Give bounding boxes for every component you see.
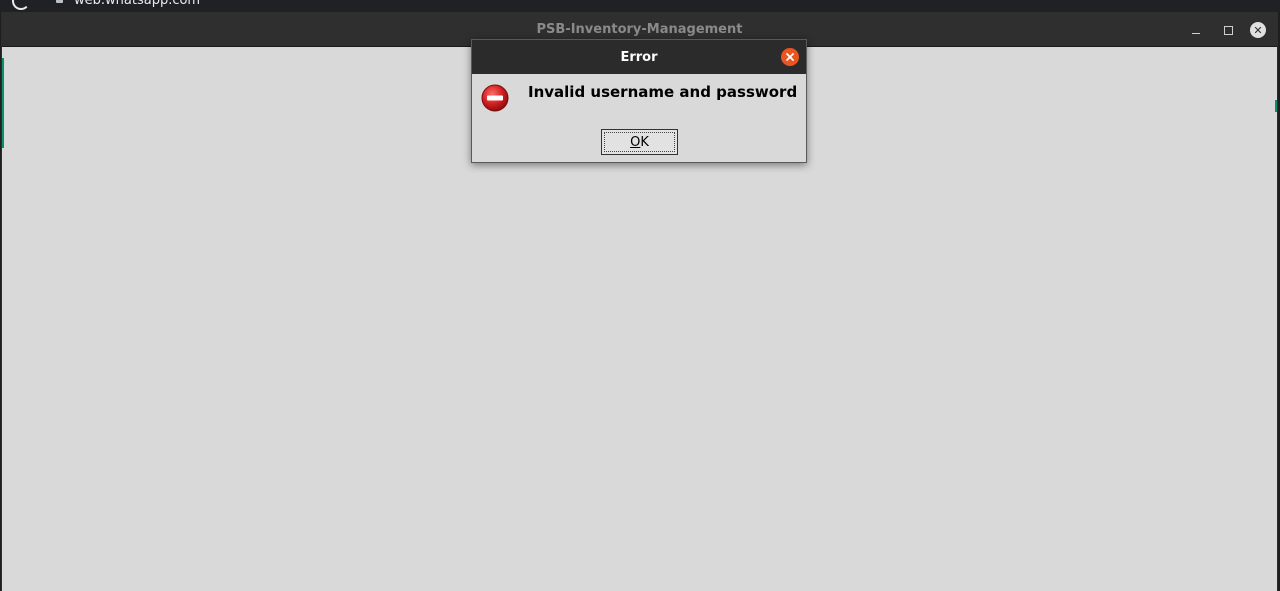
error-dialog: Error Invalid username and password OK: [471, 39, 807, 163]
maximize-button[interactable]: [1218, 20, 1238, 40]
background-window-edge: [1275, 100, 1277, 112]
lock-icon: [56, 0, 63, 3]
close-icon: [786, 53, 794, 61]
background-browser-bar: web.whatsapp.com: [0, 0, 1280, 12]
minimize-icon: [1192, 32, 1200, 34]
minimize-button[interactable]: [1186, 20, 1206, 40]
window-close-button[interactable]: ✕: [1250, 22, 1266, 38]
app-title: PSB-Inventory-Management: [536, 22, 743, 37]
reload-icon[interactable]: [12, 0, 30, 10]
dialog-close-button[interactable]: [781, 48, 799, 66]
error-stop-icon: [481, 84, 509, 112]
dialog-title: Error: [620, 50, 658, 65]
browser-url[interactable]: web.whatsapp.com: [74, 0, 200, 8]
close-icon: ✕: [1253, 23, 1263, 37]
dialog-titlebar[interactable]: Error: [472, 40, 806, 74]
ok-button[interactable]: OK: [601, 129, 678, 155]
ok-button-label: OK: [630, 135, 649, 150]
background-window-edge: [2, 58, 4, 148]
ok-label-rest: K: [640, 134, 649, 150]
error-message: Invalid username and password: [528, 83, 798, 101]
maximize-icon: [1223, 25, 1233, 35]
ok-mnemonic: O: [630, 134, 641, 150]
